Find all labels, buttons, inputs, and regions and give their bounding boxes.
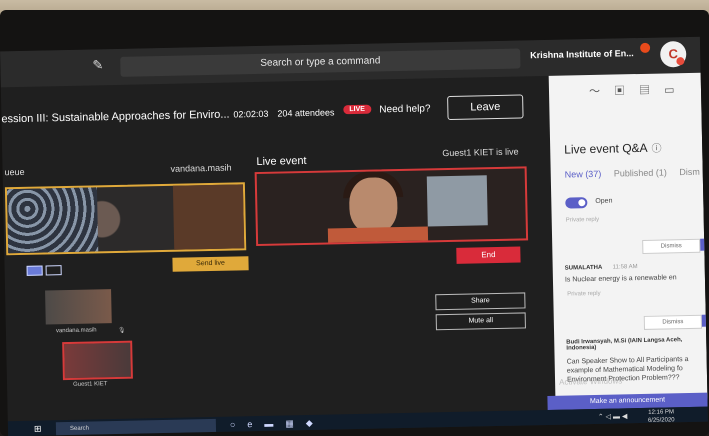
live-video (254, 166, 529, 247)
speaker-shirt (327, 226, 429, 247)
edge-icon[interactable]: e (247, 419, 264, 429)
activate-windows-watermark: Activate Windows (559, 376, 623, 387)
leave-button[interactable]: Leave (447, 94, 524, 121)
queue-label: ueue (4, 166, 25, 178)
send-live-button[interactable]: Send live (172, 256, 249, 272)
presenter-thumbnail[interactable] (45, 289, 112, 325)
help-icon[interactable]: ⓘ (652, 144, 662, 155)
presence-status-icon (676, 57, 685, 66)
tab-dismissed[interactable]: Dism (679, 167, 700, 177)
system-tray[interactable]: ⌃ ◁ ▬ ◀ (598, 412, 628, 421)
qa-panel: 〜▣▤▭ Live event Q&A ⓘ New (37) Published … (548, 72, 708, 406)
task-view-icon[interactable]: ○ (230, 419, 248, 429)
dismiss-button[interactable]: Dismiss (643, 314, 703, 330)
notification-badge-icon (640, 42, 651, 53)
help-link[interactable]: Need help? (379, 103, 430, 115)
folder-icon[interactable]: ▬ (264, 418, 285, 428)
taskbar-clock[interactable]: 12:16 PM 6/25/2020 (648, 408, 675, 425)
open-toggle[interactable] (565, 197, 588, 209)
panel-toolbar: 〜▣▤▭ (589, 81, 689, 99)
people-icon[interactable]: ▣ (614, 85, 639, 98)
qa-tabs: New (37) Published (1) Dism (565, 167, 708, 180)
question-author: SUMALATHA (564, 264, 603, 272)
health-icon[interactable]: 〜 (589, 86, 614, 99)
presenter-thumbnail[interactable] (62, 340, 133, 381)
door-background (172, 184, 245, 250)
meeting-timer: 02:02:03 (233, 108, 269, 120)
start-icon[interactable]: ⊞ (34, 424, 44, 434)
live-status: Guest1 KIET is live (442, 146, 519, 159)
dismiss-button[interactable]: Dismiss (642, 238, 701, 254)
tab-published[interactable]: Published (1) (614, 167, 667, 178)
end-button[interactable]: End (456, 246, 521, 264)
search-input[interactable]: Search or type a command (120, 48, 521, 77)
layout-selector[interactable] (26, 262, 66, 276)
tab-new[interactable]: New (37) (565, 169, 602, 180)
store-icon[interactable]: ▦ (285, 418, 306, 428)
share-button[interactable]: Share (435, 292, 526, 311)
thumbnail-name: vandana.masih (55, 327, 97, 335)
speaker-face (348, 177, 398, 235)
teams-icon[interactable]: ◆ (306, 418, 325, 428)
question-time: 11:58 AM (612, 264, 638, 271)
meeting-title: ession III: Sustainable Approaches for E… (1, 108, 230, 126)
teams-screen: ✎ Search or type a command Krishna Insti… (0, 36, 708, 436)
notes-icon[interactable]: ▤ (639, 84, 664, 97)
meeting-bar: ession III: Sustainable Approaches for E… (1, 92, 547, 137)
organization-name[interactable]: Krishna Institute of En... (530, 48, 634, 60)
thumbnail-name: Guest1 KIET (72, 381, 108, 388)
mute-all-button[interactable]: Mute all (435, 312, 526, 331)
compose-icon[interactable]: ✎ (92, 57, 106, 72)
curtain-pattern (6, 187, 99, 254)
mic-icon: 🎙 (117, 327, 126, 334)
live-event-label: Live event (256, 154, 307, 169)
private-reply-link[interactable]: Private reply (567, 291, 600, 298)
attendee-count: 204 attendees (277, 107, 335, 119)
taskbar-apps: ○e▬▦◆ (230, 418, 325, 431)
panel-title: Live event Q&A ⓘ (564, 140, 662, 157)
live-badge: LIVE (343, 104, 371, 115)
single-layout-icon[interactable] (26, 265, 43, 276)
split-layout-icon[interactable] (45, 265, 62, 276)
question-author: Budi Irwansyah, M.Si (IAIN Langsa Aceh, … (566, 337, 683, 352)
window-background (426, 175, 488, 227)
queue-preview-video[interactable] (4, 182, 247, 256)
queue-presenter-name: vandana.masih (170, 162, 232, 174)
open-label: Open (595, 197, 613, 205)
question-text: Is Nuclear energy is a renewable en (564, 274, 677, 284)
chat-icon[interactable]: ▭ (664, 84, 689, 97)
private-reply-link[interactable]: Private reply (566, 217, 599, 224)
